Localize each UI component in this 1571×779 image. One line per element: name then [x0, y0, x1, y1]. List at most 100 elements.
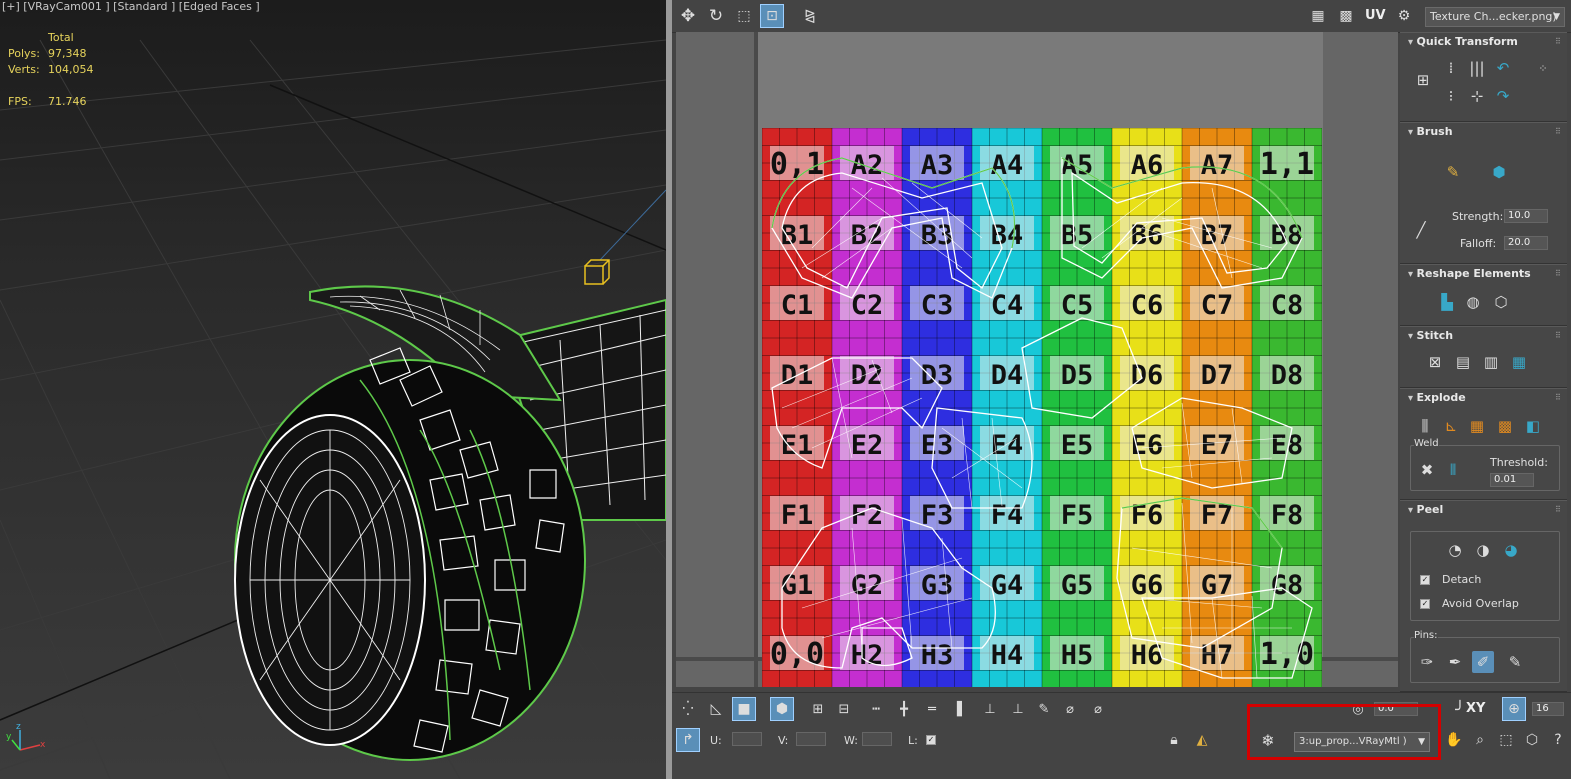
texture-dropdown[interactable]: Texture Ch...ecker.png) ▼	[1425, 7, 1565, 27]
weld-label: Weld	[1414, 438, 1439, 449]
peel-title[interactable]: Peel	[1408, 503, 1444, 516]
zoom-extents-icon[interactable]: ⬡	[1520, 728, 1544, 752]
show-map-icon[interactable]: ▩	[1334, 4, 1358, 28]
space-horizontal-icon[interactable]: ⊹	[1466, 85, 1488, 107]
avoid-overlap-checkbox[interactable]: ✓	[1420, 599, 1430, 609]
transform-mode-icon[interactable]: ↱	[676, 728, 700, 752]
brush-title[interactable]: Brush	[1408, 125, 1453, 138]
stitch-title[interactable]: Stitch	[1408, 329, 1454, 342]
edge-mode-icon[interactable]: ◺	[704, 697, 728, 721]
loop-grow-icon[interactable]: ╋	[892, 697, 916, 721]
drag-grip-icon[interactable]: ⠿	[1555, 269, 1561, 278]
pin-icon[interactable]: ✑	[1416, 651, 1438, 673]
grow-selection-icon[interactable]: ⊞	[806, 697, 830, 721]
uv-top-toolbar: ✥ ↻ ⬚ ⊡ ⧎ ▦ ▩ UV ⚙ Texture Ch...ecker.pn…	[672, 0, 1571, 33]
explode-polygon-icon[interactable]: ⊾	[1440, 415, 1462, 437]
quick-peel-icon[interactable]: ◔	[1444, 539, 1466, 561]
ring-icon[interactable]: ┅	[864, 697, 888, 721]
straighten-icon[interactable]: ▙	[1436, 291, 1458, 313]
xy-label[interactable]: XY	[1466, 701, 1485, 716]
grid-spinner[interactable]: 16	[1532, 702, 1564, 716]
vertex-mode-icon[interactable]: ⁛	[676, 697, 700, 721]
relax-icon[interactable]: ◍	[1462, 291, 1484, 313]
select-pinned-icon[interactable]: ✎	[1504, 651, 1526, 673]
align-horizontal-icon[interactable]: ⁞	[1440, 57, 1462, 79]
relax-brush-icon[interactable]: ⬢	[1488, 161, 1510, 183]
select-by-angle-icon[interactable]: ⌀	[1058, 697, 1082, 721]
stitch-target-icon[interactable]: ▦	[1508, 351, 1530, 373]
rotate-cw-icon[interactable]: ↷	[1492, 85, 1514, 107]
move-icon[interactable]: ✥	[676, 4, 700, 28]
uv-editor-window: ✥ ↻ ⬚ ⊡ ⧎ ▦ ▩ UV ⚙ Texture Ch...ecker.pn…	[672, 0, 1571, 779]
reshape-elements-rollout: Reshape Elements ⠿ ▙ ◍ ⬡	[1400, 264, 1567, 326]
checker-toggle-icon[interactable]: ▦	[1306, 4, 1330, 28]
detach-checkbox[interactable]: ✓	[1420, 575, 1430, 585]
u-field[interactable]	[732, 732, 762, 746]
threshold-label: Threshold:	[1490, 456, 1548, 469]
weld-selected-icon[interactable]: ✖	[1416, 459, 1438, 481]
fps-label: FPS:	[8, 95, 32, 108]
drag-grip-icon[interactable]: ⠿	[1555, 505, 1561, 514]
loop-shrink-icon[interactable]: ═	[920, 697, 944, 721]
threshold-spinner[interactable]: 0.01	[1490, 473, 1534, 487]
uv-islands[interactable]	[762, 128, 1322, 687]
filter-icon[interactable]: ◭	[1190, 728, 1214, 752]
reshape-elements-title[interactable]: Reshape Elements	[1408, 267, 1531, 280]
pan-icon[interactable]: ✋	[1442, 728, 1466, 752]
drag-grip-icon[interactable]: ⠿	[1555, 393, 1561, 402]
peel-reset-icon[interactable]: ◕	[1500, 539, 1522, 561]
select-overlap-icon[interactable]: ⌀	[1086, 697, 1110, 721]
viewport-label[interactable]: [+] [VRayCam001 ] [Standard ] [Edged Fac…	[2, 0, 260, 13]
drag-grip-icon[interactable]: ⠿	[1555, 331, 1561, 340]
paint-select-icon[interactable]: ✎	[1032, 697, 1056, 721]
point-to-point-icon[interactable]: ⊥	[978, 697, 1002, 721]
falloff-spinner[interactable]: 20.0	[1504, 236, 1548, 250]
lock-icon[interactable]: 🔒︎	[1162, 728, 1186, 752]
stitch-custom-icon[interactable]: ⊠	[1424, 351, 1446, 373]
strength-spinner[interactable]: 10.0	[1504, 209, 1548, 223]
zoom-region-icon[interactable]: ⬚	[1494, 728, 1518, 752]
relax-sphere-icon[interactable]: ⬡	[1490, 291, 1512, 313]
rotate-icon[interactable]: ↻	[704, 4, 728, 28]
element-mode-icon[interactable]: ⬢	[770, 697, 794, 721]
grid-icon[interactable]: ⊕	[1502, 697, 1526, 721]
edge-loop-icon[interactable]: ▌	[950, 697, 974, 721]
stitch-average-icon[interactable]: ▥	[1480, 351, 1502, 373]
explode-title[interactable]: Explode	[1408, 391, 1466, 404]
pivot-icon[interactable]: ⁘	[1532, 57, 1554, 79]
pins-label: Pins:	[1414, 630, 1438, 641]
freeform-icon[interactable]: ⊡	[760, 4, 784, 28]
brush-line-icon[interactable]: ╱	[1410, 219, 1432, 241]
align-vertical-icon[interactable]: ⁝	[1440, 85, 1462, 107]
stitch-source-icon[interactable]: ▤	[1452, 351, 1474, 373]
edge-ring-icon[interactable]: ⊥	[1006, 697, 1030, 721]
w-field[interactable]	[862, 732, 892, 746]
uv-canvas[interactable]: 0,1 A2 A3 A4 A5 A6 A7 1,1 B1 B2 B3 B4 B5 B6 B7 B8 C1 C2 C3…	[676, 32, 1398, 687]
zoom-icon[interactable]: ⌕	[1468, 728, 1492, 752]
drag-grip-icon[interactable]: ⠿	[1555, 37, 1561, 46]
settings-icon[interactable]: ⚙	[1392, 4, 1416, 28]
scale-icon[interactable]: ⬚	[732, 4, 756, 28]
help-icon[interactable]: ?	[1546, 728, 1570, 752]
unpin-icon[interactable]: ✒	[1444, 651, 1466, 673]
paint-brush-icon[interactable]: ✎	[1442, 161, 1464, 183]
mirror-icon[interactable]: ⧎	[798, 4, 822, 28]
drag-grip-icon[interactable]: ⠿	[1555, 127, 1561, 136]
lock-checkbox[interactable]: ✓	[926, 735, 936, 745]
flatten-icon[interactable]: ◧	[1522, 415, 1544, 437]
auto-pin-icon[interactable]: ✐	[1472, 651, 1494, 673]
peel-mode-icon[interactable]: ◑	[1472, 539, 1494, 561]
quick-transform-title[interactable]: Quick Transform	[1408, 35, 1518, 48]
align-icon[interactable]: ⊞	[1412, 69, 1434, 91]
explode-smoothing-icon[interactable]: ▦	[1466, 415, 1488, 437]
perspective-viewport[interactable]: [+] [VRayCam001 ] [Standard ] [Edged Fac…	[0, 0, 666, 779]
break-icon[interactable]: ⫼	[1414, 415, 1436, 437]
space-vertical-icon[interactable]: |||	[1466, 57, 1488, 79]
weld-target-icon[interactable]: ⦀	[1442, 459, 1464, 481]
rotate-ccw-icon[interactable]: ↶	[1492, 57, 1514, 79]
face-mode-icon[interactable]: ■	[732, 697, 756, 721]
v-label: V:	[778, 734, 789, 747]
v-field[interactable]	[796, 732, 826, 746]
explode-material-icon[interactable]: ▩	[1494, 415, 1516, 437]
shrink-selection-icon[interactable]: ⊟	[832, 697, 856, 721]
